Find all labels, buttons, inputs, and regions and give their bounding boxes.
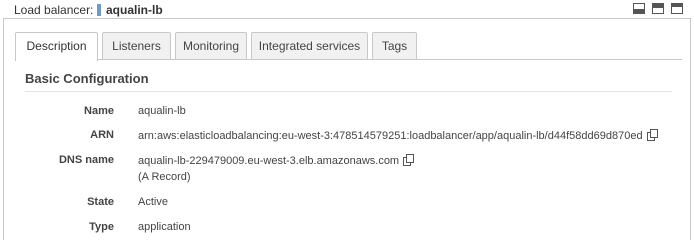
state-label: State xyxy=(87,196,114,208)
type-label: Type xyxy=(89,221,114,233)
section-divider xyxy=(25,91,672,92)
copy-icon[interactable] xyxy=(403,154,415,166)
copy-icon[interactable] xyxy=(646,129,658,141)
title-label: Load balancer: xyxy=(14,3,94,17)
maximize-icon[interactable] xyxy=(671,3,683,14)
state-value: Active xyxy=(138,196,168,208)
name-label: Name xyxy=(84,105,114,117)
type-value: application xyxy=(138,221,191,233)
title-bar: Load balancer: aqualin-lb xyxy=(0,0,694,20)
dns-name-value: aqualin-lb-229479009.eu-west-3.elb.amazo… xyxy=(138,155,400,167)
arn-value: arn:aws:elasticloadbalancing:eu-west-3:4… xyxy=(138,130,643,142)
load-balancer-name: aqualin-lb xyxy=(106,3,163,17)
tab-description[interactable]: Description xyxy=(15,32,98,61)
load-balancer-marker xyxy=(97,4,101,16)
dns-record-type: (A Record) xyxy=(138,171,191,183)
dns-name-label: DNS name xyxy=(58,154,114,166)
restore-icon[interactable] xyxy=(652,3,664,14)
tab-listeners[interactable]: Listeners xyxy=(102,32,171,60)
dns-name-row: aqualin-lb-229479009.eu-west-3.elb.amazo… xyxy=(138,154,415,167)
minimize-icon[interactable] xyxy=(633,3,645,14)
arn-row: arn:aws:elasticloadbalancing:eu-west-3:4… xyxy=(138,129,658,142)
tab-integrated-services[interactable]: Integrated services xyxy=(251,32,368,60)
name-value: aqualin-lb xyxy=(138,105,186,117)
tab-divider xyxy=(15,59,682,60)
tab-bar: Description Listeners Monitoring Integra… xyxy=(4,19,690,61)
arn-label: ARN xyxy=(90,129,114,141)
tab-tags[interactable]: Tags xyxy=(372,32,417,60)
tab-monitoring[interactable]: Monitoring xyxy=(175,32,247,60)
section-title: Basic Configuration xyxy=(25,71,149,86)
details-panel: Description Listeners Monitoring Integra… xyxy=(3,18,691,240)
